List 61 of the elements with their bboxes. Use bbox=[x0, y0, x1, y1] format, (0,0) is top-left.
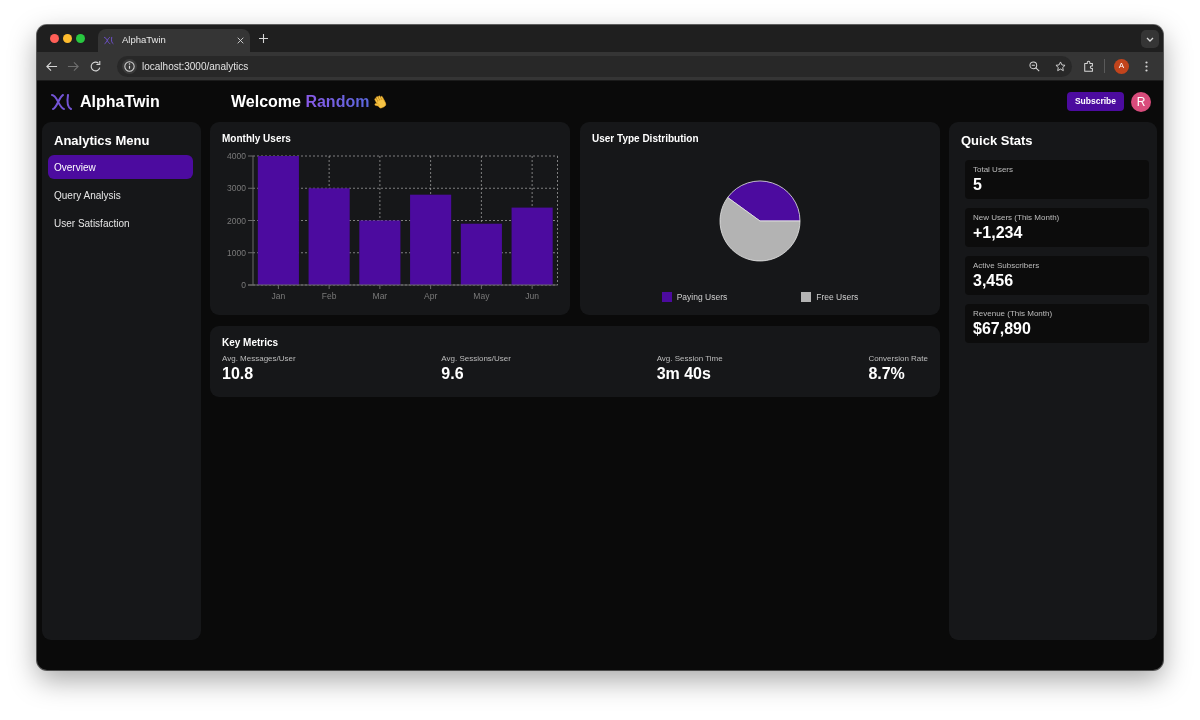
metric-label: Avg. Session Time bbox=[656, 353, 723, 364]
stat-value: 3,456 bbox=[973, 271, 1015, 291]
stat-label: Active Subscribers bbox=[973, 260, 1041, 271]
stat-label: New Users (This Month) bbox=[973, 212, 1061, 223]
metric-label: Avg. Sessions/User bbox=[441, 353, 511, 364]
metric-value: 3m 40s bbox=[656, 364, 712, 384]
y-tick-label: 3000 bbox=[227, 183, 246, 194]
logo-icon bbox=[104, 36, 114, 45]
stat-value: +1,234 bbox=[973, 223, 1024, 243]
browser-tab[interactable]: AlphaTwin bbox=[98, 29, 250, 52]
info-icon[interactable] bbox=[122, 58, 137, 74]
y-tick-label: 0 bbox=[241, 280, 246, 290]
metric-label: Avg. Messages/User bbox=[222, 353, 296, 364]
address-bar[interactable]: localhost:3000/analytics bbox=[117, 55, 1072, 77]
window-minimize-icon[interactable] bbox=[63, 34, 72, 43]
close-icon[interactable] bbox=[237, 37, 244, 44]
y-tick-label: 1000 bbox=[227, 247, 246, 258]
stat-value: 5 bbox=[973, 175, 983, 195]
bar bbox=[359, 220, 401, 285]
logo-icon bbox=[50, 92, 74, 111]
x-tick-label: Mar bbox=[372, 291, 388, 301]
plus-icon[interactable] bbox=[259, 34, 268, 43]
x-tick-label: Feb bbox=[321, 291, 337, 301]
welcome-heading: Welcome Random bbox=[231, 91, 370, 112]
y-tick-label: 4000 bbox=[227, 151, 246, 161]
y-tick-label: 2000 bbox=[227, 215, 246, 226]
star-icon[interactable] bbox=[1055, 60, 1066, 72]
user-avatar[interactable]: R bbox=[1131, 91, 1151, 112]
chart-title: User Type Distribution bbox=[592, 133, 700, 145]
metric-value: 9.6 bbox=[441, 364, 465, 384]
stat-value: $67,890 bbox=[973, 319, 1032, 339]
x-tick-label: Apr bbox=[424, 291, 438, 301]
card-title: Key Metrics bbox=[222, 337, 280, 349]
x-tick-label: Jun bbox=[525, 291, 539, 301]
profile-avatar[interactable]: A bbox=[1114, 58, 1129, 74]
brand-name: AlphaTwin bbox=[80, 91, 160, 112]
stat-label: Revenue (This Month) bbox=[973, 308, 1054, 319]
stat-label: Total Users bbox=[973, 164, 1014, 175]
zoom-out-icon[interactable] bbox=[1029, 60, 1040, 72]
subscribe-button[interactable]: Subscribe bbox=[1066, 92, 1124, 111]
metric-label: Conversion Rate bbox=[868, 353, 928, 364]
menu-item[interactable]: Query Analysis bbox=[48, 183, 193, 207]
x-tick-label: May bbox=[473, 291, 490, 301]
x-tick-label: Jan bbox=[271, 291, 286, 301]
panel-title: Analytics Menu bbox=[54, 133, 151, 149]
panel-title: Quick Stats bbox=[961, 133, 1034, 149]
legend-label: Paying Users bbox=[676, 290, 728, 304]
puzzle-piece-icon[interactable] bbox=[1083, 60, 1095, 72]
back-arrow-icon[interactable] bbox=[45, 59, 58, 73]
chart-title: Monthly Users bbox=[222, 133, 292, 145]
window-maximize-icon[interactable] bbox=[76, 34, 85, 43]
reload-icon[interactable] bbox=[89, 59, 102, 73]
menu-item[interactable]: User Satisfaction bbox=[48, 211, 193, 235]
menu-item[interactable]: Overview bbox=[48, 155, 193, 179]
chevron-down-icon[interactable] bbox=[1141, 29, 1159, 48]
metric-value: 10.8 bbox=[222, 364, 255, 384]
window-close-icon[interactable] bbox=[50, 34, 59, 43]
legend-label: Free Users bbox=[816, 290, 859, 304]
more-menu-icon[interactable] bbox=[1145, 60, 1148, 72]
metric-value: 8.7% bbox=[868, 364, 906, 384]
bar bbox=[460, 223, 502, 285]
